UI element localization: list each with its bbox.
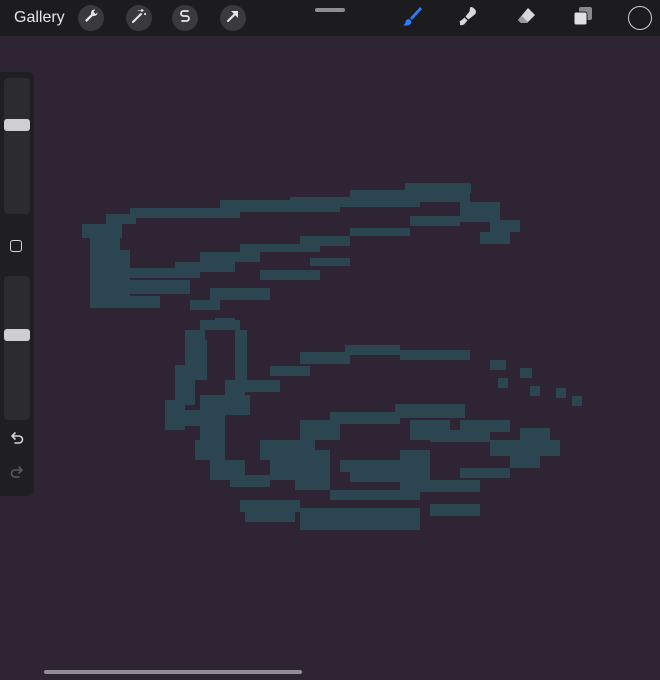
color-picker-button[interactable] (628, 6, 652, 30)
drawing-pixel (498, 378, 508, 388)
drawing-pixel (240, 380, 280, 392)
undo-button[interactable] (7, 430, 27, 450)
drawing-pixel (310, 450, 330, 490)
drawing-pixel (175, 262, 235, 272)
drawing-pixel (300, 236, 350, 246)
smudge-icon (457, 5, 479, 32)
brush-tool-button[interactable] (400, 6, 424, 30)
drawing-pixel (190, 300, 220, 310)
drawing-pixel (130, 280, 190, 294)
wrench-icon (83, 8, 99, 29)
drawing-pixel (480, 232, 510, 244)
drawing-pixel (195, 340, 207, 380)
brush-icon (401, 5, 423, 32)
drawing-pixel (520, 368, 532, 378)
drawing-pixel (210, 288, 270, 300)
selection-button[interactable] (172, 5, 198, 31)
brush-opacity-handle[interactable] (4, 329, 30, 341)
drawing-pixel (490, 220, 520, 232)
drawing-pixel (520, 428, 550, 442)
drawing-pixel (200, 252, 260, 262)
layers-icon (572, 5, 594, 32)
drawing-pixel (175, 365, 195, 405)
drawing-pixel (260, 270, 320, 280)
drawing-pixel (300, 520, 420, 530)
brush-size-handle[interactable] (4, 119, 30, 131)
drawing-pixel (460, 420, 510, 432)
gallery-button[interactable]: Gallery (14, 8, 65, 28)
drawing-pixel (490, 360, 506, 370)
drawing-pixel (420, 480, 480, 492)
drawing-pixel (200, 410, 225, 440)
drawing-pixel (300, 420, 340, 440)
drawing-pixel (400, 350, 470, 360)
drawing-pixel (270, 460, 300, 480)
actions-button[interactable] (78, 5, 104, 31)
drawing-pixel (270, 366, 310, 376)
layers-button[interactable] (571, 6, 595, 30)
brush-size-slider[interactable] (4, 78, 30, 214)
left-sidebar (0, 72, 34, 496)
drawing-pixel (230, 475, 270, 487)
drawing-pixel (410, 216, 460, 226)
smudge-tool-button[interactable] (456, 6, 480, 30)
drawing-pixel (330, 412, 400, 424)
modify-button[interactable] (10, 240, 22, 252)
toolbar-grabber[interactable] (315, 8, 345, 12)
drawing-pixel (350, 470, 410, 482)
drawing-pixel (310, 258, 350, 266)
drawing-pixel (106, 214, 136, 224)
drawing-pixel (300, 352, 350, 364)
drawing-pixel (215, 318, 235, 330)
drawing-pixel (350, 228, 410, 236)
eraser-tool-button[interactable] (514, 6, 538, 30)
eraser-icon (515, 5, 537, 32)
drawing-pixel (240, 500, 300, 512)
drawing-pixel (556, 388, 566, 398)
drawing-pixel (430, 504, 480, 516)
drawing-canvas[interactable] (0, 36, 660, 680)
selection-s-icon (177, 8, 193, 29)
drawing-pixel (130, 208, 240, 218)
drawing-pixel (345, 345, 400, 355)
undo-icon (9, 430, 25, 451)
drawing-pixel (490, 440, 560, 456)
drawing-pixel (420, 188, 470, 196)
drawing-pixel (530, 386, 540, 396)
brush-opacity-slider[interactable] (4, 276, 30, 420)
redo-button[interactable] (7, 464, 27, 484)
pixel-drawing (82, 183, 582, 530)
drawing-pixel (120, 296, 160, 308)
drawing-pixel (510, 456, 540, 468)
drawing-pixel (330, 490, 420, 500)
drawing-pixel (572, 396, 582, 406)
drawing-pixel (460, 202, 500, 222)
drawing-pixel (460, 468, 510, 478)
redo-icon (9, 464, 25, 485)
drawing-pixel (300, 508, 420, 520)
top-toolbar: Gallery (0, 0, 660, 36)
adjustments-button[interactable] (126, 5, 152, 31)
drawing-pixel (195, 440, 225, 460)
home-indicator[interactable] (44, 670, 302, 674)
magic-wand-icon (131, 8, 147, 29)
transform-button[interactable] (220, 5, 246, 31)
procreate-app: Gallery (0, 0, 660, 680)
drawing-pixel (82, 224, 122, 238)
drawing-pixel (245, 512, 295, 522)
drawing-pixel (395, 404, 465, 418)
drawing-pixel (260, 440, 300, 460)
transform-arrow-icon (225, 8, 241, 29)
